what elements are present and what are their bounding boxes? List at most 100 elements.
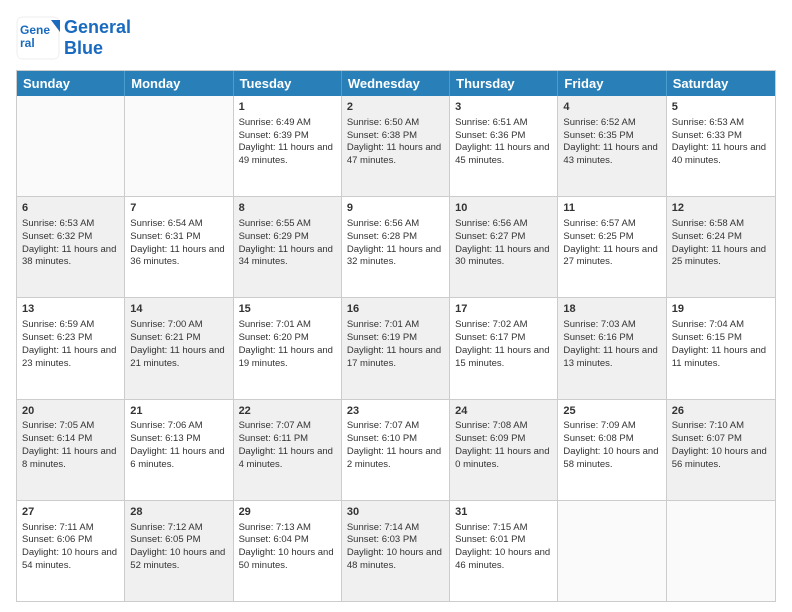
day-number: 27 — [22, 505, 119, 520]
daylight-text: Daylight: 11 hours and 11 minutes. — [672, 345, 770, 371]
day-number: 4 — [563, 100, 660, 115]
daylight-text: Daylight: 11 hours and 19 minutes. — [239, 345, 336, 371]
sunrise-text: Sunrise: 6:53 AM — [22, 218, 119, 231]
header-day-wednesday: Wednesday — [342, 71, 450, 96]
header-day-sunday: Sunday — [17, 71, 125, 96]
calendar-row-4: 20Sunrise: 7:05 AMSunset: 6:14 PMDayligh… — [17, 400, 775, 501]
sunrise-text: Sunrise: 7:07 AM — [239, 420, 336, 433]
sunset-text: Sunset: 6:09 PM — [455, 433, 552, 446]
day-number: 22 — [239, 404, 336, 419]
day-number: 25 — [563, 404, 660, 419]
daylight-text: Daylight: 11 hours and 17 minutes. — [347, 345, 444, 371]
logo: Gene ral General Blue — [16, 16, 131, 60]
sunset-text: Sunset: 6:38 PM — [347, 130, 444, 143]
daylight-text: Daylight: 11 hours and 6 minutes. — [130, 446, 227, 472]
sunset-text: Sunset: 6:19 PM — [347, 332, 444, 345]
header-day-monday: Monday — [125, 71, 233, 96]
calendar-cell: 9Sunrise: 6:56 AMSunset: 6:28 PMDaylight… — [342, 197, 450, 297]
sunrise-text: Sunrise: 7:09 AM — [563, 420, 660, 433]
daylight-text: Daylight: 11 hours and 49 minutes. — [239, 142, 336, 168]
calendar-cell: 23Sunrise: 7:07 AMSunset: 6:10 PMDayligh… — [342, 400, 450, 500]
header: Gene ral General Blue — [16, 16, 776, 60]
day-number: 17 — [455, 302, 552, 317]
header-day-tuesday: Tuesday — [234, 71, 342, 96]
day-number: 5 — [672, 100, 770, 115]
sunrise-text: Sunrise: 6:56 AM — [455, 218, 552, 231]
day-number: 24 — [455, 404, 552, 419]
sunrise-text: Sunrise: 7:13 AM — [239, 522, 336, 535]
calendar-cell: 4Sunrise: 6:52 AMSunset: 6:35 PMDaylight… — [558, 96, 666, 196]
daylight-text: Daylight: 11 hours and 15 minutes. — [455, 345, 552, 371]
day-number: 6 — [22, 201, 119, 216]
calendar-cell — [125, 96, 233, 196]
daylight-text: Daylight: 10 hours and 48 minutes. — [347, 547, 444, 573]
day-number: 3 — [455, 100, 552, 115]
day-number: 31 — [455, 505, 552, 520]
calendar-cell: 21Sunrise: 7:06 AMSunset: 6:13 PMDayligh… — [125, 400, 233, 500]
daylight-text: Daylight: 11 hours and 40 minutes. — [672, 142, 770, 168]
calendar-cell: 20Sunrise: 7:05 AMSunset: 6:14 PMDayligh… — [17, 400, 125, 500]
calendar-cell: 19Sunrise: 7:04 AMSunset: 6:15 PMDayligh… — [667, 298, 775, 398]
sunset-text: Sunset: 6:05 PM — [130, 534, 227, 547]
calendar-cell: 28Sunrise: 7:12 AMSunset: 6:05 PMDayligh… — [125, 501, 233, 601]
day-number: 9 — [347, 201, 444, 216]
sunset-text: Sunset: 6:11 PM — [239, 433, 336, 446]
day-number: 21 — [130, 404, 227, 419]
sunrise-text: Sunrise: 6:49 AM — [239, 117, 336, 130]
sunset-text: Sunset: 6:16 PM — [563, 332, 660, 345]
calendar-cell: 7Sunrise: 6:54 AMSunset: 6:31 PMDaylight… — [125, 197, 233, 297]
calendar-cell: 14Sunrise: 7:00 AMSunset: 6:21 PMDayligh… — [125, 298, 233, 398]
sunset-text: Sunset: 6:07 PM — [672, 433, 770, 446]
calendar-cell: 3Sunrise: 6:51 AMSunset: 6:36 PMDaylight… — [450, 96, 558, 196]
sunset-text: Sunset: 6:25 PM — [563, 231, 660, 244]
sunset-text: Sunset: 6:10 PM — [347, 433, 444, 446]
calendar-cell: 2Sunrise: 6:50 AMSunset: 6:38 PMDaylight… — [342, 96, 450, 196]
calendar-cell: 29Sunrise: 7:13 AMSunset: 6:04 PMDayligh… — [234, 501, 342, 601]
daylight-text: Daylight: 11 hours and 27 minutes. — [563, 244, 660, 270]
sunrise-text: Sunrise: 6:55 AM — [239, 218, 336, 231]
calendar-cell: 6Sunrise: 6:53 AMSunset: 6:32 PMDaylight… — [17, 197, 125, 297]
header-day-friday: Friday — [558, 71, 666, 96]
svg-text:ral: ral — [20, 36, 35, 50]
day-number: 12 — [672, 201, 770, 216]
sunrise-text: Sunrise: 7:15 AM — [455, 522, 552, 535]
sunrise-text: Sunrise: 7:01 AM — [239, 319, 336, 332]
day-number: 29 — [239, 505, 336, 520]
calendar-cell — [558, 501, 666, 601]
day-number: 28 — [130, 505, 227, 520]
header-day-saturday: Saturday — [667, 71, 775, 96]
daylight-text: Daylight: 11 hours and 21 minutes. — [130, 345, 227, 371]
sunrise-text: Sunrise: 7:00 AM — [130, 319, 227, 332]
sunrise-text: Sunrise: 6:56 AM — [347, 218, 444, 231]
sunset-text: Sunset: 6:24 PM — [672, 231, 770, 244]
calendar-row-3: 13Sunrise: 6:59 AMSunset: 6:23 PMDayligh… — [17, 298, 775, 399]
sunrise-text: Sunrise: 7:04 AM — [672, 319, 770, 332]
sunset-text: Sunset: 6:23 PM — [22, 332, 119, 345]
day-number: 1 — [239, 100, 336, 115]
day-number: 7 — [130, 201, 227, 216]
logo-svg: Gene ral — [16, 16, 60, 60]
sunrise-text: Sunrise: 7:06 AM — [130, 420, 227, 433]
sunrise-text: Sunrise: 7:12 AM — [130, 522, 227, 535]
daylight-text: Daylight: 11 hours and 23 minutes. — [22, 345, 119, 371]
calendar-cell — [667, 501, 775, 601]
sunset-text: Sunset: 6:35 PM — [563, 130, 660, 143]
sunset-text: Sunset: 6:31 PM — [130, 231, 227, 244]
calendar-cell: 31Sunrise: 7:15 AMSunset: 6:01 PMDayligh… — [450, 501, 558, 601]
sunrise-text: Sunrise: 6:54 AM — [130, 218, 227, 231]
daylight-text: Daylight: 10 hours and 46 minutes. — [455, 547, 552, 573]
day-number: 26 — [672, 404, 770, 419]
calendar-cell: 24Sunrise: 7:08 AMSunset: 6:09 PMDayligh… — [450, 400, 558, 500]
calendar-cell: 11Sunrise: 6:57 AMSunset: 6:25 PMDayligh… — [558, 197, 666, 297]
page: Gene ral General Blue SundayMondayTuesda… — [0, 0, 792, 612]
daylight-text: Daylight: 11 hours and 47 minutes. — [347, 142, 444, 168]
sunset-text: Sunset: 6:29 PM — [239, 231, 336, 244]
sunrise-text: Sunrise: 6:53 AM — [672, 117, 770, 130]
calendar-cell: 16Sunrise: 7:01 AMSunset: 6:19 PMDayligh… — [342, 298, 450, 398]
sunset-text: Sunset: 6:03 PM — [347, 534, 444, 547]
calendar-cell: 25Sunrise: 7:09 AMSunset: 6:08 PMDayligh… — [558, 400, 666, 500]
sunrise-text: Sunrise: 7:01 AM — [347, 319, 444, 332]
sunset-text: Sunset: 6:14 PM — [22, 433, 119, 446]
sunrise-text: Sunrise: 7:05 AM — [22, 420, 119, 433]
sunrise-text: Sunrise: 7:03 AM — [563, 319, 660, 332]
